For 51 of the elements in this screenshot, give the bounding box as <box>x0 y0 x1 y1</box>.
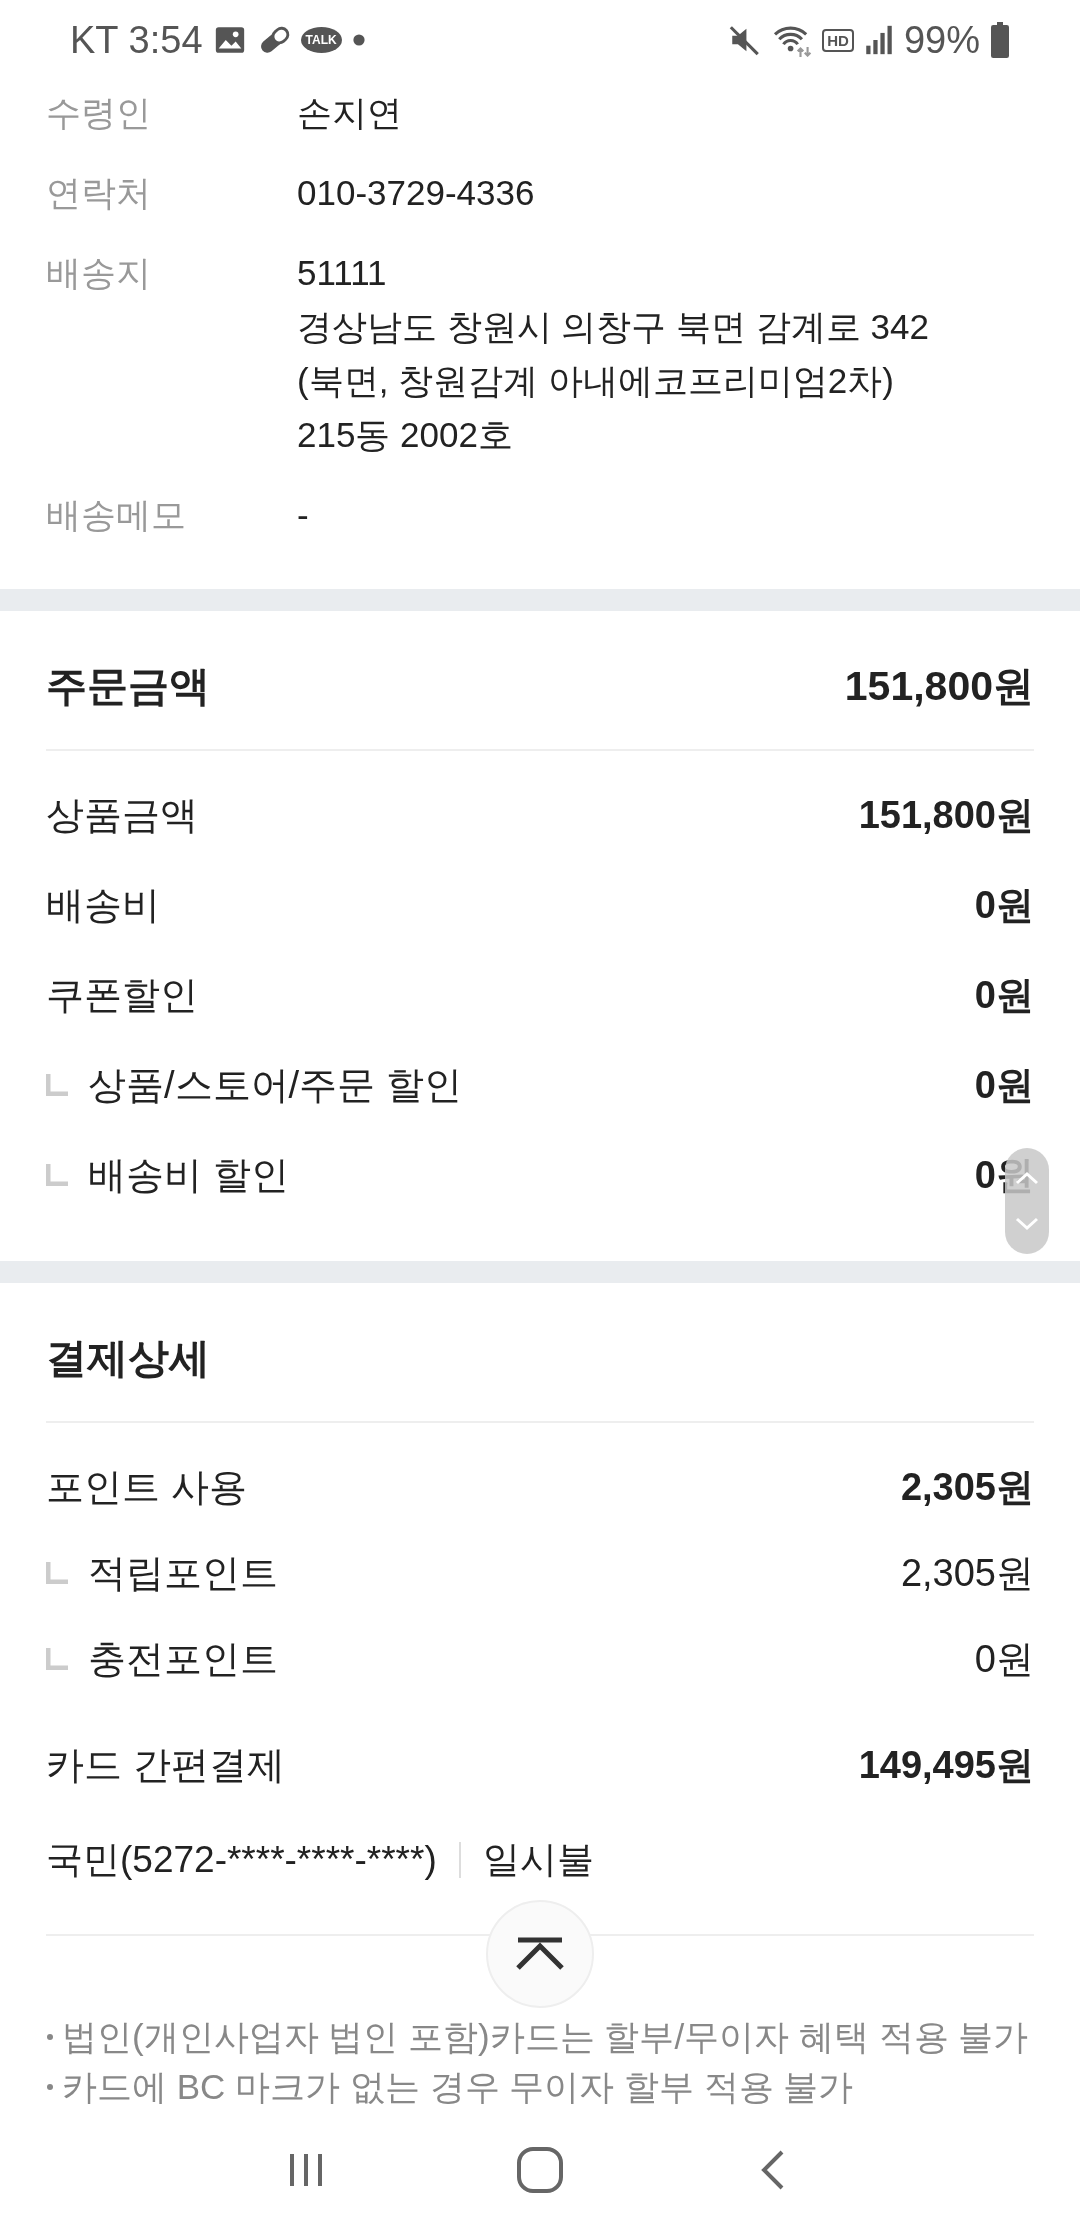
amount-label: 포인트 사용 <box>46 1464 248 1510</box>
field-value: 손지연 <box>297 92 402 134</box>
amount-label: 쿠폰할인 <box>46 972 199 1018</box>
battery-icon <box>990 22 1010 58</box>
amount-label: 충전포인트 <box>88 1636 279 1682</box>
field-value: 51111 <box>297 252 387 294</box>
signal-icon <box>863 23 894 57</box>
amount-label: 상품금액 <box>46 792 199 838</box>
field-label: 수령인 <box>46 92 152 134</box>
bullet-icon <box>46 2083 54 2091</box>
notice-text: 법인(개인사업자 법인 포함)카드는 할부/무이자 혜택 적용 불가 <box>62 2016 1029 2058</box>
amount-label: 적립포인트 <box>88 1550 279 1596</box>
indent-icon <box>46 1074 68 1096</box>
amount-label: 배송비 <box>46 882 161 928</box>
amount-value: 0원 <box>974 1062 1034 1108</box>
amount-value: 2,305원 <box>900 1550 1034 1596</box>
amount-label: 배송비 할인 <box>88 1152 290 1198</box>
hd-badge: HD <box>822 28 854 52</box>
amount-value: 149,495원 <box>858 1742 1034 1788</box>
field-value: (북면, 창원감계 아내에코프리미엄2차) <box>297 360 894 402</box>
amount-value: 0원 <box>974 1636 1034 1682</box>
notification-dot-icon <box>351 33 366 47</box>
field-value: - <box>297 494 309 536</box>
field-value: 경상남도 창원시 의창구 북면 감계로 342 <box>297 306 930 348</box>
talk-badge: TALK <box>300 27 342 53</box>
notice-text: 카드에 BC 마크가 없는 경우 무이자 할부 적용 불가 <box>62 2066 854 2108</box>
section-title: 결제상세 <box>46 1333 210 1383</box>
amount-value: 151,800원 <box>858 792 1034 838</box>
indent-icon <box>46 1164 68 1186</box>
card-name: 국민(5272-****-****-****) <box>46 1838 437 1882</box>
installment-label: 일시불 <box>482 1838 594 1882</box>
clock-time: 3:54 <box>128 18 203 62</box>
section-title: 주문금액 <box>46 661 210 711</box>
field-label: 연락처 <box>46 172 152 214</box>
indent-icon <box>46 1562 68 1584</box>
field-value: 215동 2002호 <box>297 414 513 456</box>
amount-value: 0원 <box>974 882 1034 928</box>
field-label: 배송메모 <box>46 494 187 536</box>
field-value: 010-3729-4336 <box>297 172 535 214</box>
carrier-label: KT <box>70 18 119 62</box>
amount-value: 2,305원 <box>900 1464 1034 1510</box>
field-label: 배송지 <box>46 252 152 294</box>
amount-value: 0원 <box>974 1152 1034 1198</box>
amount-label: 상품/스토어/주문 할인 <box>88 1062 463 1108</box>
total-amount: 151,800원 <box>844 661 1034 711</box>
amount-value: 0원 <box>974 972 1034 1018</box>
battery-percent: 99% <box>903 18 980 62</box>
amount-label: 카드 간편결제 <box>46 1742 286 1788</box>
bullet-icon <box>46 2033 54 2041</box>
indent-icon <box>46 1648 68 1670</box>
home-button[interactable] <box>514 2144 566 2196</box>
